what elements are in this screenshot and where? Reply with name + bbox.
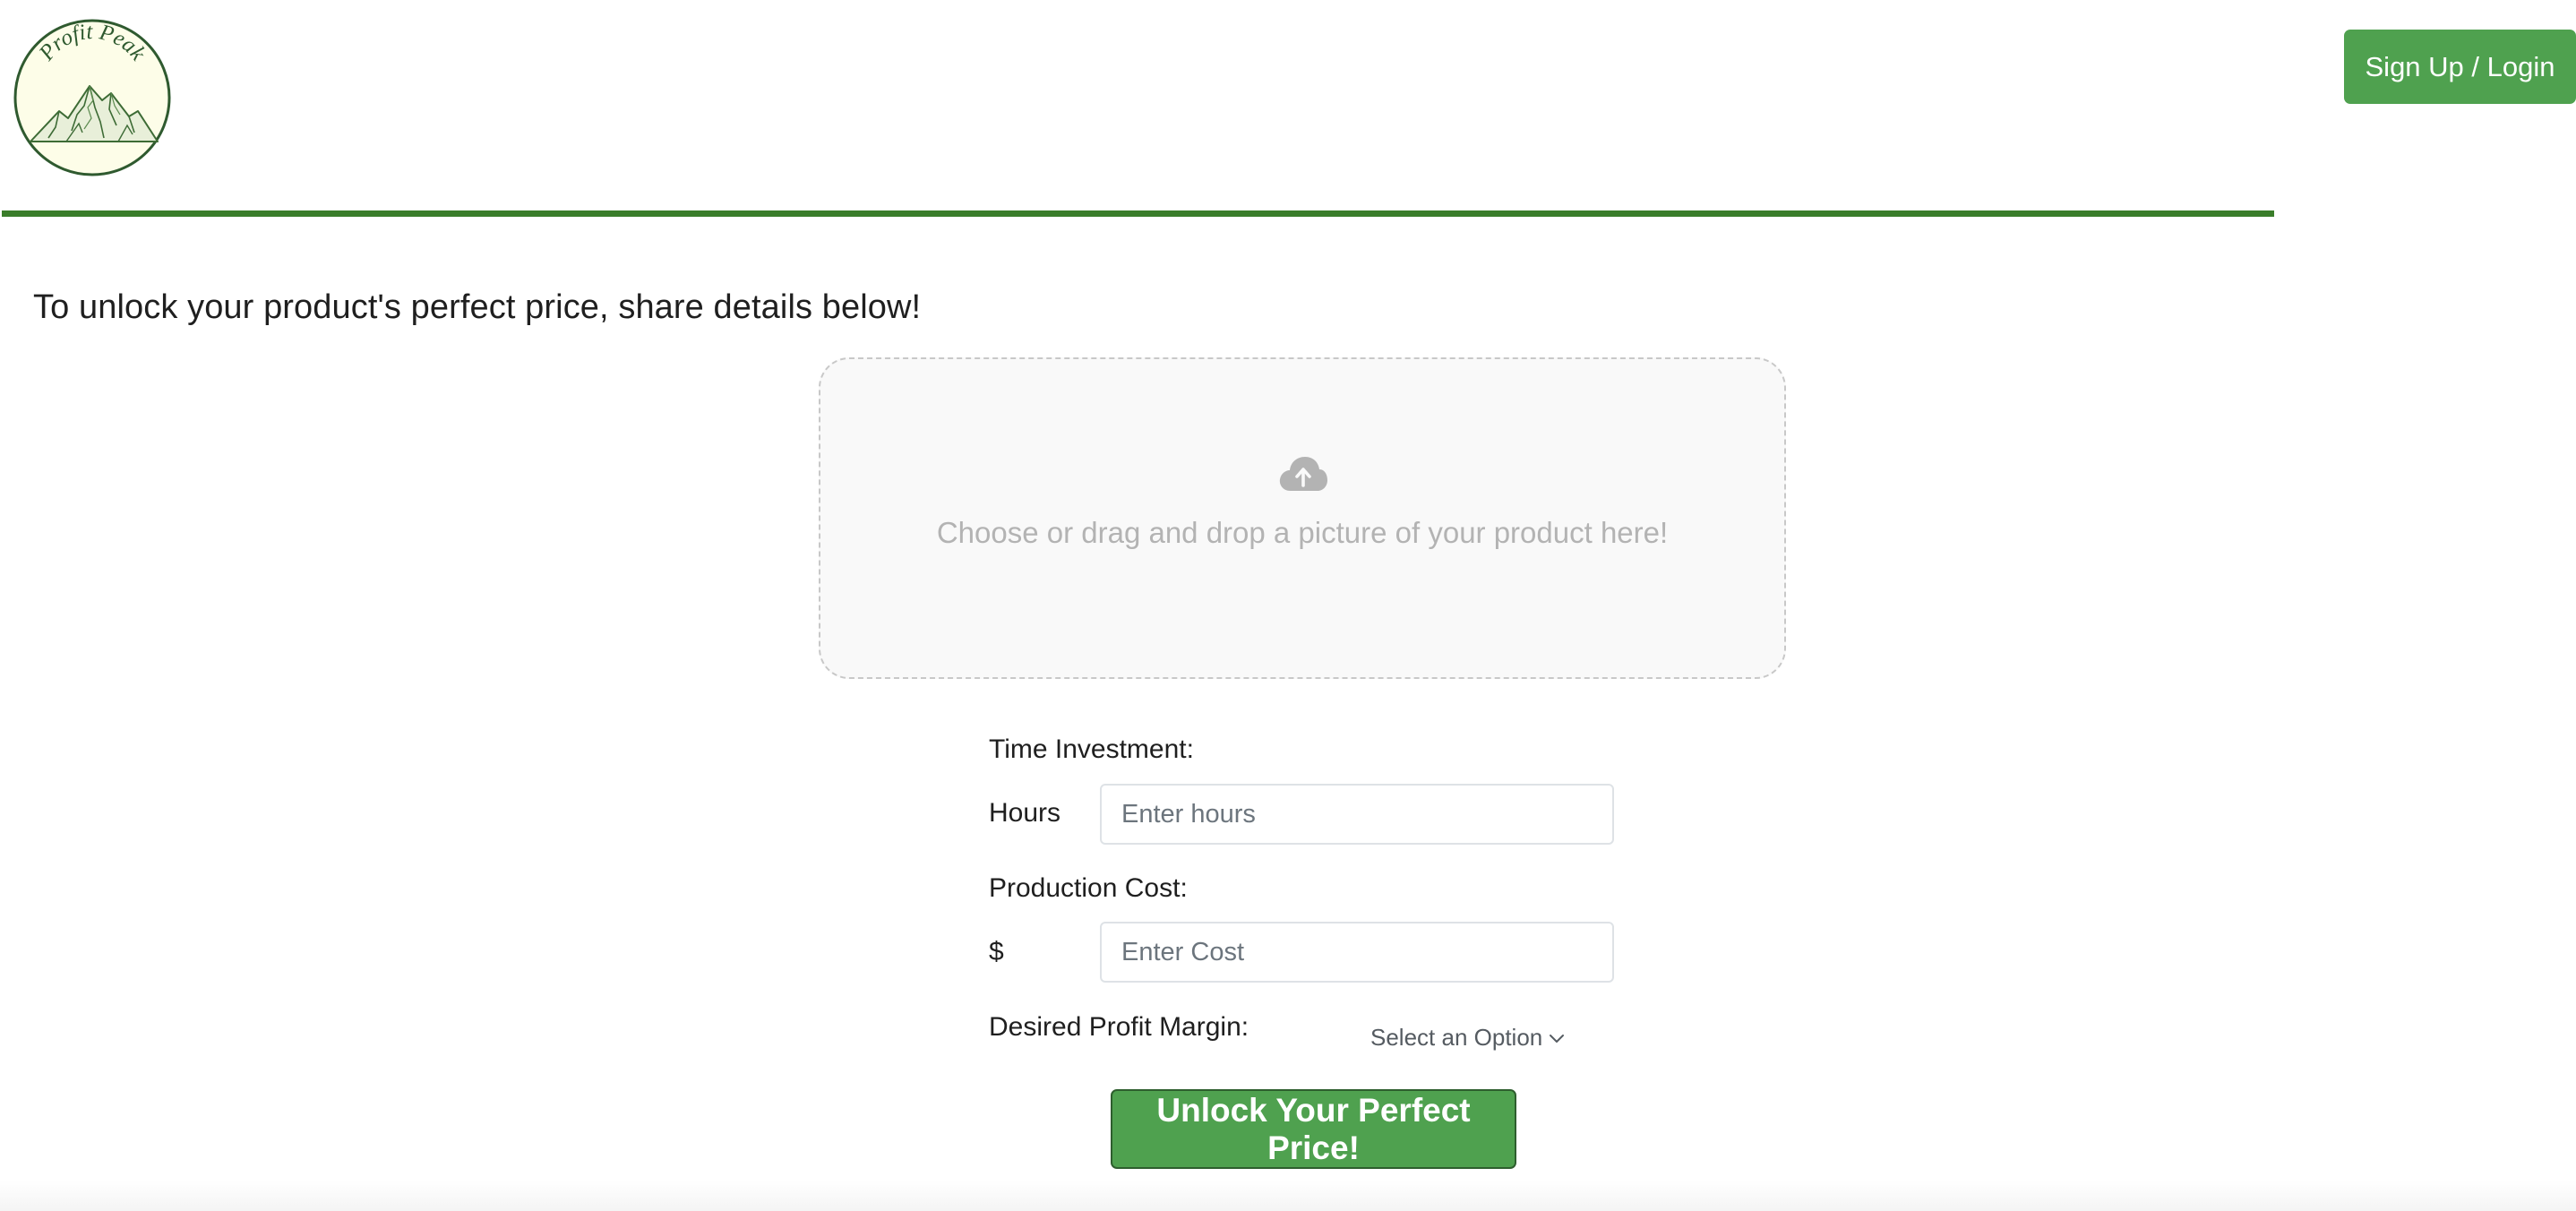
chevron-down-icon <box>1548 1032 1566 1044</box>
profit-margin-selected-value: Select an Option <box>1370 1024 1543 1051</box>
dropzone-instructions: Choose or drag and drop a picture of you… <box>936 516 1669 549</box>
cost-input[interactable] <box>1100 922 1614 983</box>
bottom-shadow <box>0 1181 2576 1211</box>
profit-margin-select[interactable]: Select an Option <box>1370 1024 1566 1052</box>
unlock-price-button[interactable]: Unlock Your Perfect Price! <box>1111 1089 1516 1169</box>
hours-unit-label: Hours <box>989 798 1061 828</box>
page: Profit Peak Sign Up / Login To unlock yo… <box>0 0 2576 1211</box>
mountain-logo-icon: Profit Peak <box>13 19 171 176</box>
hours-input[interactable] <box>1100 784 1614 845</box>
sign-up-login-button[interactable]: Sign Up / Login <box>2344 30 2576 104</box>
production-cost-label: Production Cost: <box>989 873 1188 903</box>
currency-unit-label: $ <box>989 937 1004 966</box>
header-divider <box>2 210 2274 217</box>
profit-peak-logo[interactable]: Profit Peak <box>13 18 172 177</box>
profit-margin-label: Desired Profit Margin: <box>989 1012 1249 1042</box>
page-intro-heading: To unlock your product's perfect price, … <box>33 288 922 326</box>
product-image-dropzone[interactable]: Choose or drag and drop a picture of you… <box>819 357 1786 679</box>
time-investment-label: Time Investment: <box>989 734 1194 764</box>
cloud-upload-icon <box>1278 455 1328 494</box>
